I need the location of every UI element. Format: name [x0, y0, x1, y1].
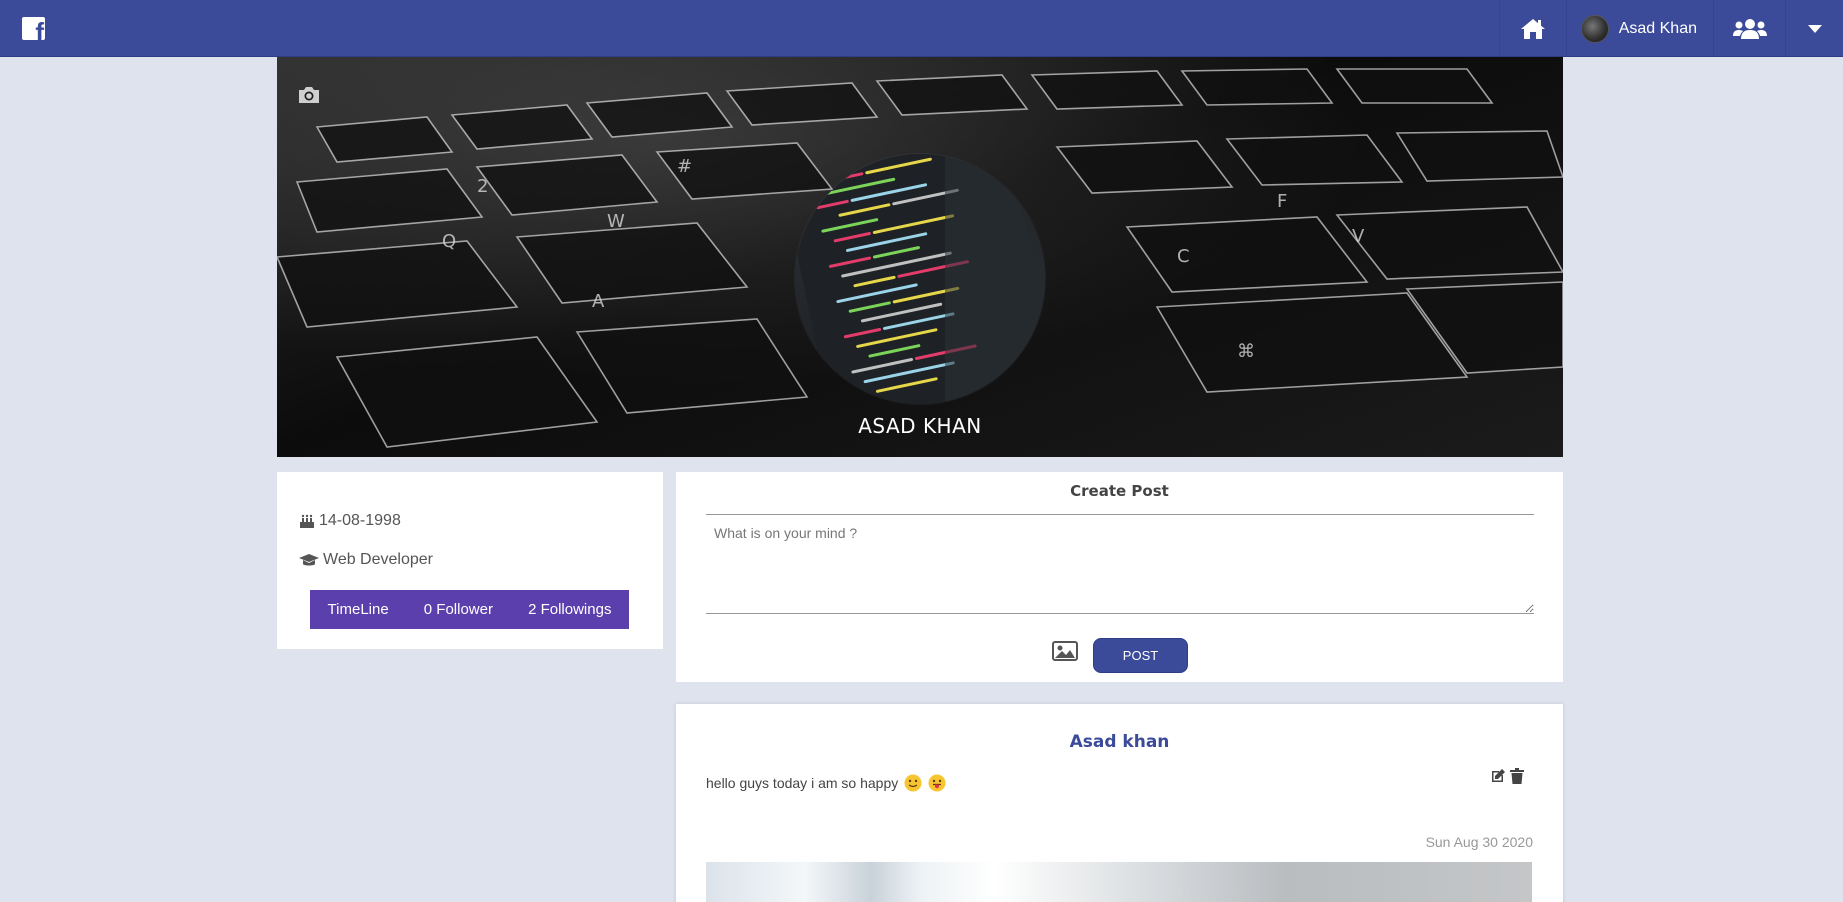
tab-timeline[interactable]: TimeLine	[328, 601, 389, 618]
nav-right: Asad Khan	[1498, 0, 1843, 57]
friends-icon	[1732, 18, 1767, 39]
profile-button[interactable]: Asad Khan	[1565, 0, 1713, 57]
create-post-title: Create Post	[1070, 482, 1169, 500]
home-button[interactable]	[1498, 0, 1566, 57]
svg-text:Q: Q	[442, 231, 456, 252]
camera-icon[interactable]	[297, 85, 321, 105]
avatar	[1580, 14, 1609, 43]
svg-text:A: A	[592, 291, 605, 312]
svg-text:V: V	[1352, 226, 1365, 247]
cover-photo: 2 Q # W A C V F ⌘ ASAD KHAN	[277, 57, 1563, 457]
post-actions	[1490, 768, 1526, 784]
create-post-card: Create Post POST	[676, 472, 1563, 682]
account-menu-button[interactable]	[1785, 0, 1843, 57]
svg-text:⌘: ⌘	[1237, 341, 1255, 362]
post-card: Asad khan hello guys today i am so happy	[676, 704, 1563, 902]
code-screen-image	[795, 154, 1045, 404]
image-icon[interactable]	[1052, 640, 1078, 662]
svg-text:W: W	[607, 211, 625, 232]
top-navbar: f Asad Khan	[0, 0, 1843, 57]
caret-down-icon	[1807, 24, 1822, 33]
facebook-logo-icon[interactable]: f	[22, 17, 45, 40]
graduation-cap-icon	[299, 554, 319, 566]
job-row: Web Developer	[299, 551, 433, 569]
post-textarea[interactable]	[706, 514, 1534, 614]
tab-followings[interactable]: 2 Followings	[528, 601, 611, 618]
profile-picture[interactable]	[795, 154, 1045, 404]
nav-user-name: Asad Khan	[1618, 19, 1697, 37]
dob-text: 14-08-1998	[319, 512, 401, 529]
edit-icon[interactable]	[1490, 768, 1506, 784]
post-text-row: hello guys today i am so happy	[706, 774, 946, 792]
post-image[interactable]	[706, 862, 1532, 902]
birthday-cake-icon	[300, 514, 314, 528]
smiley-emoji-icon	[904, 774, 922, 792]
profile-tabs: TimeLine 0 Follower 2 Followings	[310, 590, 629, 629]
svg-text:2: 2	[477, 176, 488, 197]
friends-button[interactable]	[1713, 0, 1785, 57]
profile-info-card: 14-08-1998 Web Developer TimeLine 0 Foll…	[277, 472, 663, 649]
svg-text:F: F	[1277, 191, 1287, 212]
svg-text:#: #	[677, 156, 692, 177]
home-icon	[1520, 18, 1545, 39]
svg-text:C: C	[1177, 246, 1190, 267]
tab-followers[interactable]: 0 Follower	[424, 601, 493, 618]
job-text: Web Developer	[323, 551, 433, 568]
trash-icon[interactable]	[1510, 768, 1526, 784]
dob-row: 14-08-1998	[299, 512, 401, 530]
post-text: hello guys today i am so happy	[706, 775, 899, 791]
profile-name: ASAD KHAN	[858, 414, 982, 438]
post-author[interactable]: Asad khan	[676, 732, 1563, 752]
tongue-emoji-icon	[928, 774, 946, 792]
post-date: Sun Aug 30 2020	[1425, 834, 1533, 850]
logo-letter: f	[35, 17, 44, 40]
post-button[interactable]: POST	[1093, 638, 1188, 673]
